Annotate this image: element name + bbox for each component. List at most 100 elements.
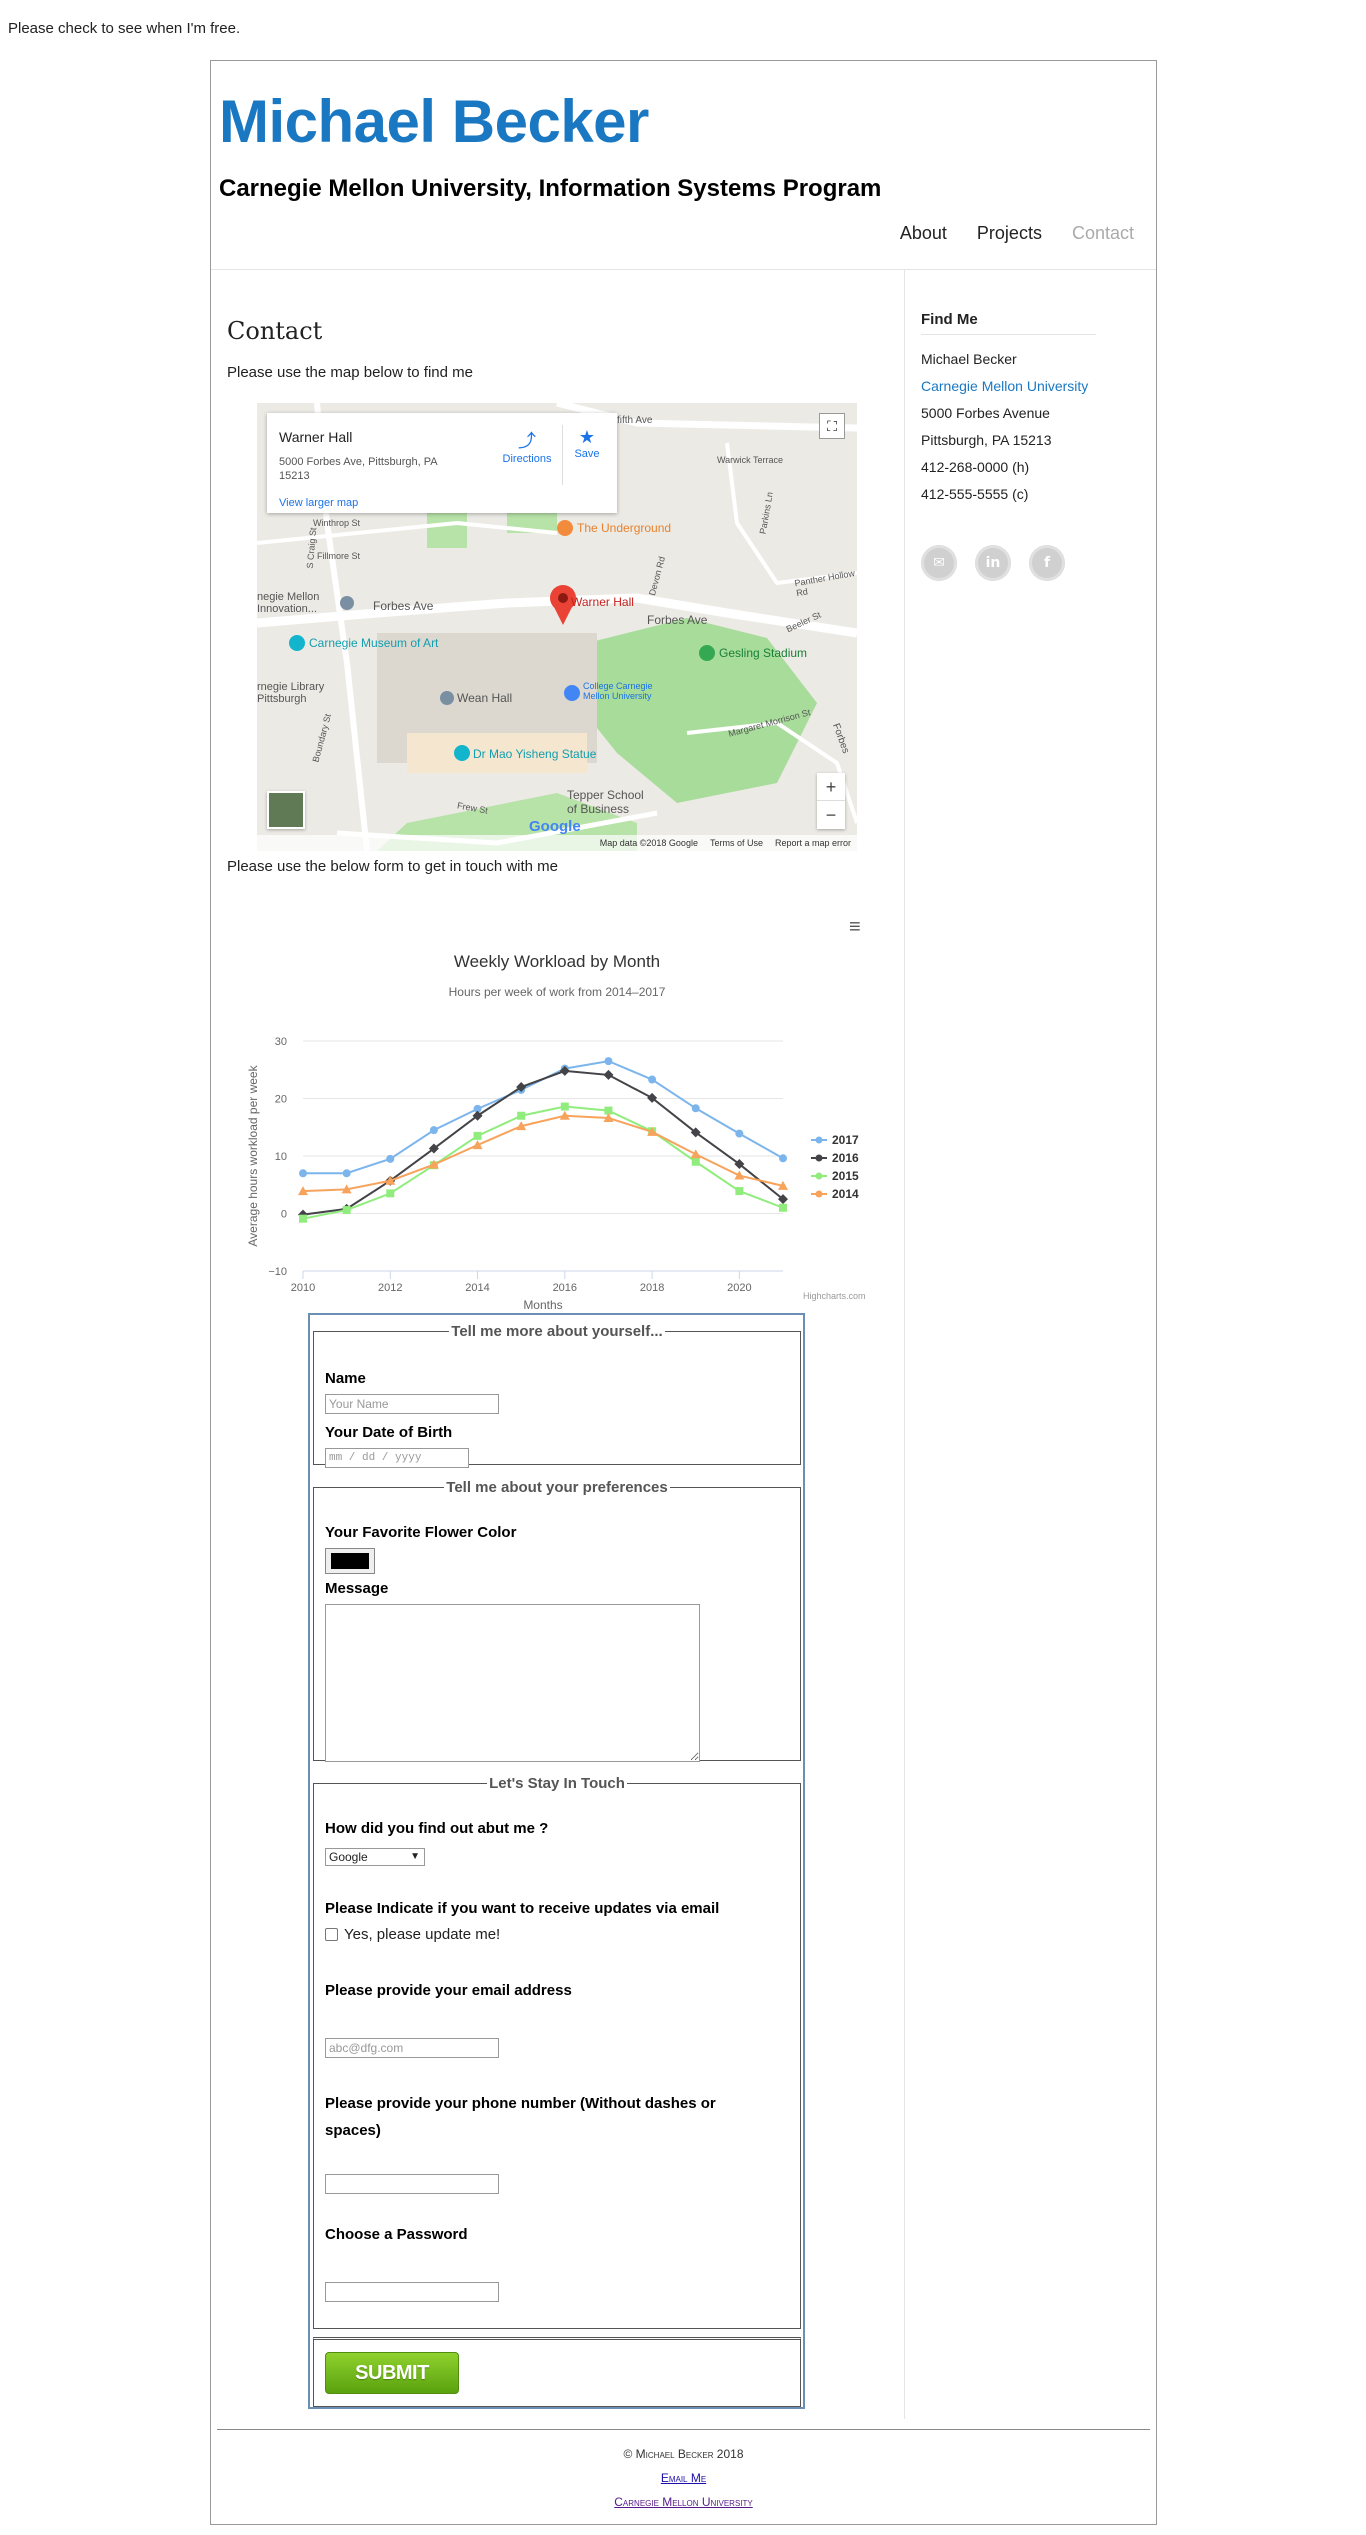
referral-select[interactable]: Google ▼ [325, 1848, 425, 1866]
fieldset-touch-legend: Let's Stay In Touch [489, 1775, 625, 1792]
x-tick-label: 2020 [727, 1282, 751, 1294]
footer-university-link[interactable]: Carnegie Mellon University [614, 2495, 752, 2509]
fieldset-about-legend: Tell me more about yourself... [451, 1323, 663, 1340]
map-label-fifth: fifth Ave [617, 415, 653, 426]
stadium-poi-icon[interactable] [699, 645, 715, 661]
fullscreen-icon: ⛶ [827, 417, 837, 434]
zoom-in-button[interactable]: + [817, 773, 845, 801]
museum-poi-icon[interactable] [289, 635, 305, 651]
updates-checkbox[interactable] [325, 1928, 338, 1941]
message-textarea[interactable] [325, 1604, 700, 1762]
data-point-2015 [342, 1206, 351, 1215]
data-point-2017 [429, 1126, 438, 1135]
fieldset-stay-in-touch: Let's Stay In Touch How did you find out… [313, 1775, 801, 2329]
find-me-heading: Find Me [921, 311, 1096, 335]
map-attribution: Map data ©2018 Google Terms of Use Repor… [257, 835, 857, 851]
city-address: Pittsburgh, PA 15213 [921, 432, 1052, 448]
x-tick-label: 2012 [378, 1282, 402, 1294]
embedded-map[interactable]: The Underground Warner Hall Forbes Ave F… [257, 403, 857, 851]
email-input[interactable] [325, 2038, 499, 2058]
data-point-2017 [648, 1075, 657, 1084]
y-tick-label: 20 [275, 1094, 287, 1106]
home-phone: 412-268-0000 (h) [921, 459, 1030, 475]
map-label-museum: Carnegie Museum of Art [309, 636, 439, 650]
legend-marker-2017 [815, 1136, 823, 1144]
facebook-icon[interactable]: f [1029, 545, 1065, 581]
cell-phone: 412-555-5555 (c) [921, 486, 1029, 502]
email-me-link[interactable]: Email Me [661, 2471, 706, 2485]
directions-label: Directions [502, 453, 552, 465]
x-axis-title: Months [523, 1298, 562, 1311]
referral-label: How did you find out abut me ? [325, 1820, 549, 1837]
nav-contact[interactable]: Contact [1072, 223, 1134, 244]
data-point-2017 [299, 1169, 307, 1178]
linkedin-icon[interactable]: in [975, 545, 1011, 581]
social-links: ✉ in f [921, 545, 1096, 581]
save-button[interactable]: ★ Save [567, 427, 607, 460]
facebook-glyph: f [1043, 555, 1051, 571]
data-point-2017 [735, 1129, 744, 1138]
dob-input[interactable] [325, 1448, 469, 1468]
chart-credits-link[interactable]: Highcharts.com [803, 1291, 866, 1301]
map-place-card: Warner Hall 5000 Forbes Ave, Pittsburgh,… [267, 413, 617, 513]
map-label-fillmore: Fillmore St [317, 551, 361, 561]
innovation-poi-icon[interactable] [340, 596, 354, 610]
chart-subtitle: Hours per week of work from 2014–2017 [449, 985, 666, 999]
phone-input[interactable] [325, 2174, 499, 2194]
wean-poi-icon[interactable] [440, 691, 454, 705]
satellite-toggle-button[interactable] [267, 791, 305, 829]
x-tick-label: 2010 [291, 1282, 315, 1294]
legend-marker-2015 [815, 1172, 823, 1180]
college-poi-icon[interactable] [564, 685, 580, 701]
fieldset-about-yourself: Tell me more about yourself... Name Your… [313, 1323, 801, 1468]
data-point-2015 [779, 1203, 787, 1212]
map-fullscreen-button[interactable]: ⛶ [819, 413, 845, 439]
x-tick-label: 2016 [553, 1282, 577, 1294]
map-label-underground: The Underground [577, 521, 672, 535]
submit-button[interactable]: SUBMIT [325, 2352, 459, 2394]
map-label-warner: Warner Hall [571, 595, 634, 609]
sidebar-divider [904, 269, 905, 2419]
map-card-divider [562, 425, 563, 485]
university-link[interactable]: Carnegie Mellon University [921, 378, 1096, 395]
data-point-2017 [779, 1154, 787, 1163]
series-line-2016 [302, 1069, 784, 1216]
flower-color-picker[interactable] [325, 1548, 375, 1574]
fieldset-preferences-legend: Tell me about your preferences [446, 1479, 668, 1496]
report-map-error-link[interactable]: Report a map error [775, 838, 851, 848]
page-frame: Michael Becker Carnegie Mellon Universit… [210, 60, 1157, 2525]
statue-poi-icon[interactable] [454, 745, 470, 761]
map-instructions: Please use the map below to find me [227, 364, 473, 381]
zoom-controls: + − [817, 773, 845, 829]
name-input[interactable] [325, 1394, 499, 1414]
site-title: Michael Becker [219, 88, 649, 155]
password-input[interactable] [325, 2282, 499, 2302]
chart-title: Weekly Workload by Month [454, 952, 660, 971]
color-swatch [331, 1553, 369, 1569]
map-place-name: Warner Hall [279, 429, 353, 445]
data-point-2015 [517, 1111, 526, 1120]
save-label: Save [574, 448, 600, 460]
data-point-2015 [691, 1157, 700, 1166]
food-poi-icon[interactable] [557, 520, 573, 536]
directions-button[interactable]: ⤴ Directions [497, 427, 557, 465]
map-label-warwick: Warwick Terrace [717, 455, 784, 465]
updates-label: Please Indicate if you want to receive u… [325, 1900, 720, 1917]
contact-form: Tell me more about yourself... Name Your… [308, 1313, 805, 2409]
legend-label-2014: 2014 [832, 1187, 859, 1201]
main-nav: About Projects Contact [900, 223, 1134, 244]
directions-icon: ⤴ [518, 431, 536, 451]
data-point-2014 [690, 1149, 701, 1159]
zoom-out-button[interactable]: − [817, 801, 845, 829]
nav-about[interactable]: About [900, 223, 947, 244]
data-point-2016 [603, 1069, 614, 1080]
chart-menu-icon[interactable]: ≡ [849, 916, 861, 939]
terms-of-use-link[interactable]: Terms of Use [710, 838, 763, 848]
map-label-college: College Carnegie Mellon University [583, 681, 653, 701]
envelope-glyph: ✉ [933, 555, 945, 571]
view-larger-map-link[interactable]: View larger map [279, 497, 358, 509]
contact-name: Michael Becker [921, 351, 1017, 367]
find-me-sidebar: Find Me Michael Becker Carnegie Mellon U… [921, 311, 1096, 581]
email-icon[interactable]: ✉ [921, 545, 957, 581]
nav-projects[interactable]: Projects [977, 223, 1042, 244]
